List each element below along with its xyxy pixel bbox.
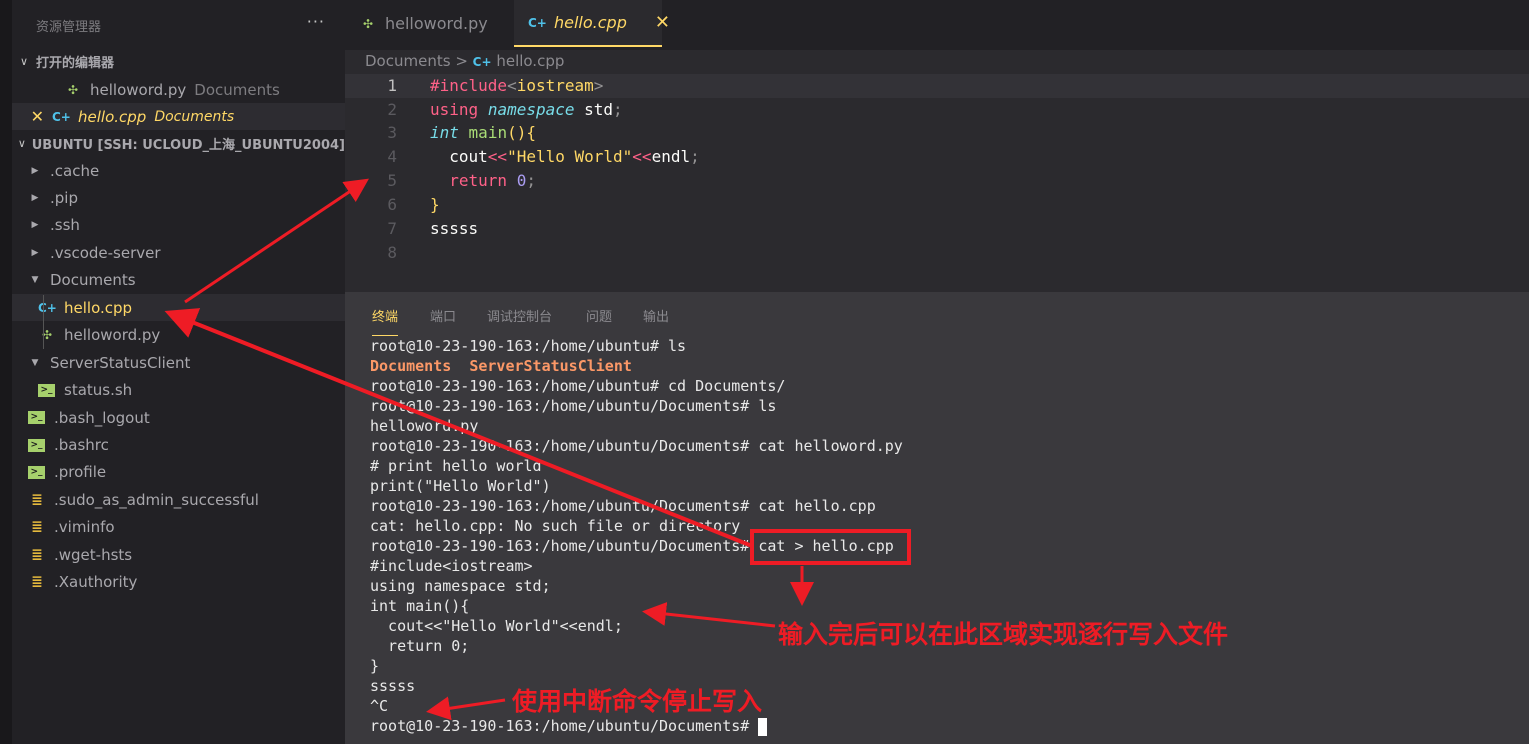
annotation-box (750, 529, 911, 565)
annotation-write-hint: 输入完后可以在此区域实现逐行写入文件 (778, 620, 1229, 649)
annotation-arrow (426, 696, 506, 721)
annotation-arrow (642, 602, 776, 628)
annotation-arrow (184, 178, 369, 304)
annotation-interrupt-hint: 使用中断命令停止写入 (512, 687, 763, 716)
annotation-overlay (164, 178, 911, 721)
annotation-arrow (164, 308, 753, 548)
